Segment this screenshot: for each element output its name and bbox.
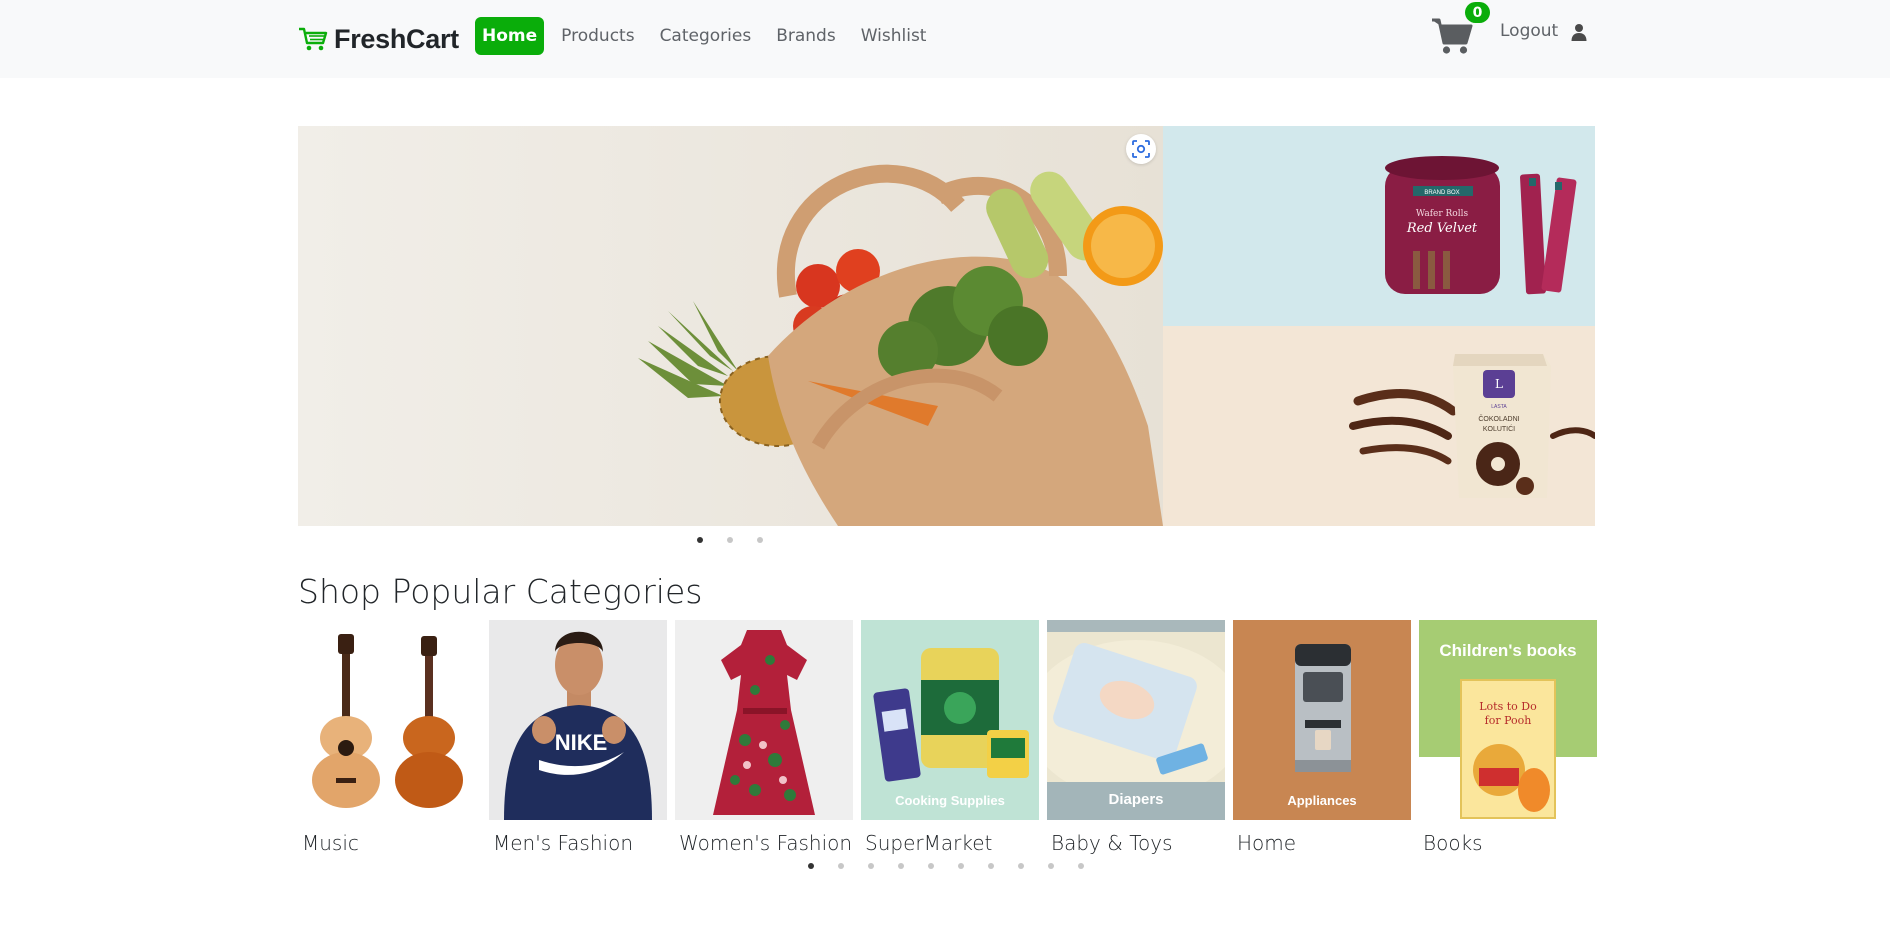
category-overlay-label: Diapers: [1108, 791, 1164, 808]
logout-link[interactable]: Logout: [1500, 21, 1558, 41]
nav-categories[interactable]: Categories: [652, 18, 760, 54]
category-image: Children's books Lots to Do for Pooh: [1419, 620, 1597, 820]
category-card-mens-fashion[interactable]: NIKE Men's Fashion: [489, 620, 667, 855]
category-dot-9[interactable]: [1048, 863, 1054, 869]
category-card-home[interactable]: Appliances Home: [1233, 620, 1411, 855]
category-slider-dots: [808, 863, 1084, 869]
svg-text:Children's books: Children's books: [1439, 641, 1576, 660]
category-dot-6[interactable]: [958, 863, 964, 869]
visual-search-icon[interactable]: [1126, 134, 1156, 164]
nav-home[interactable]: Home: [475, 17, 545, 55]
category-overlay-label: Cooking Supplies: [895, 793, 1005, 808]
category-image: Appliances: [1233, 620, 1411, 820]
nav-products[interactable]: Products: [553, 18, 642, 54]
category-dot-5[interactable]: [928, 863, 934, 869]
cart-icon[interactable]: [1431, 16, 1473, 56]
category-name: Home: [1237, 831, 1297, 855]
nav-brands[interactable]: Brands: [768, 18, 844, 54]
category-dot-3[interactable]: [868, 863, 874, 869]
side-banner-chocolate-cookies: L LASTA ČOKOLADNI KOLUTIĆI: [1163, 326, 1595, 526]
category-card-books[interactable]: Children's books Lots to Do for Pooh Boo…: [1419, 620, 1597, 855]
category-image: Cooking Supplies: [861, 620, 1039, 820]
brand-name: FreshCart: [334, 23, 459, 54]
hero-dot-1[interactable]: [697, 537, 703, 543]
category-image: NIKE: [489, 620, 667, 820]
svg-text:for Pooh: for Pooh: [1485, 714, 1532, 727]
shopping-cart-icon: [299, 27, 328, 51]
grocery-bag-illustration: [298, 126, 1163, 526]
category-name: Books: [1423, 831, 1483, 855]
category-dot-8[interactable]: [1018, 863, 1024, 869]
category-name: Baby & Toys: [1051, 831, 1173, 855]
section-title: Shop Popular Categories: [298, 572, 703, 611]
svg-text:BRAND BOX: BRAND BOX: [1424, 190, 1459, 196]
category-dot-1[interactable]: [808, 863, 814, 869]
category-card-baby-toys[interactable]: Diapers Baby & Toys: [1047, 620, 1225, 855]
category-card-supermarket[interactable]: Cooking Supplies SuperMarket: [861, 620, 1039, 855]
category-name: SuperMarket: [865, 831, 993, 855]
user-icon[interactable]: [1571, 23, 1587, 41]
category-card-womens-fashion[interactable]: Women's Fashion: [675, 620, 853, 855]
svg-text:Lots to Do: Lots to Do: [1479, 700, 1537, 713]
category-image: [675, 620, 853, 820]
category-name: Music: [302, 831, 359, 855]
nav-wishlist[interactable]: Wishlist: [853, 18, 935, 54]
category-name: Men's Fashion: [493, 831, 633, 855]
cart-count-badge: 0: [1465, 2, 1490, 23]
nav-links: Home Products Categories Brands Wishlist: [475, 17, 934, 55]
svg-text:LASTA: LASTA: [1491, 404, 1507, 410]
category-image: Diapers: [1047, 620, 1225, 820]
brand-logo[interactable]: FreshCart: [298, 22, 459, 56]
category-dot-4[interactable]: [898, 863, 904, 869]
svg-text:NIKE: NIKE: [555, 730, 608, 755]
side-banner-wafer-rolls: BRAND BOX Wafer Rolls Red Velvet: [1163, 126, 1595, 326]
svg-text:Red Velvet: Red Velvet: [1406, 221, 1478, 236]
hero-dot-3[interactable]: [757, 537, 763, 543]
wafer-rolls-illustration: BRAND BOX Wafer Rolls Red Velvet: [1385, 156, 1577, 295]
category-overlay-label: Appliances: [1287, 793, 1357, 808]
category-image: [298, 620, 476, 820]
svg-text:KOLUTIĆI: KOLUTIĆI: [1483, 424, 1515, 433]
svg-text:L: L: [1495, 377, 1503, 391]
svg-text:Wafer Rolls: Wafer Rolls: [1416, 209, 1469, 219]
hero-slider-dots: [697, 537, 763, 543]
navbar: FreshCart Home Products Categories Brand…: [0, 0, 1890, 78]
hero-slide-image: [298, 126, 1163, 526]
svg-text:ČOKOLADNI: ČOKOLADNI: [1478, 414, 1519, 423]
category-dot-10[interactable]: [1078, 863, 1084, 869]
category-card-music[interactable]: Music: [298, 620, 476, 855]
category-name: Women's Fashion: [679, 831, 853, 855]
chocolate-cookies-illustration: L LASTA ČOKOLADNI KOLUTIĆI: [1349, 354, 1595, 498]
category-dot-2[interactable]: [838, 863, 844, 869]
category-dot-7[interactable]: [988, 863, 994, 869]
hero-dot-2[interactable]: [727, 537, 733, 543]
